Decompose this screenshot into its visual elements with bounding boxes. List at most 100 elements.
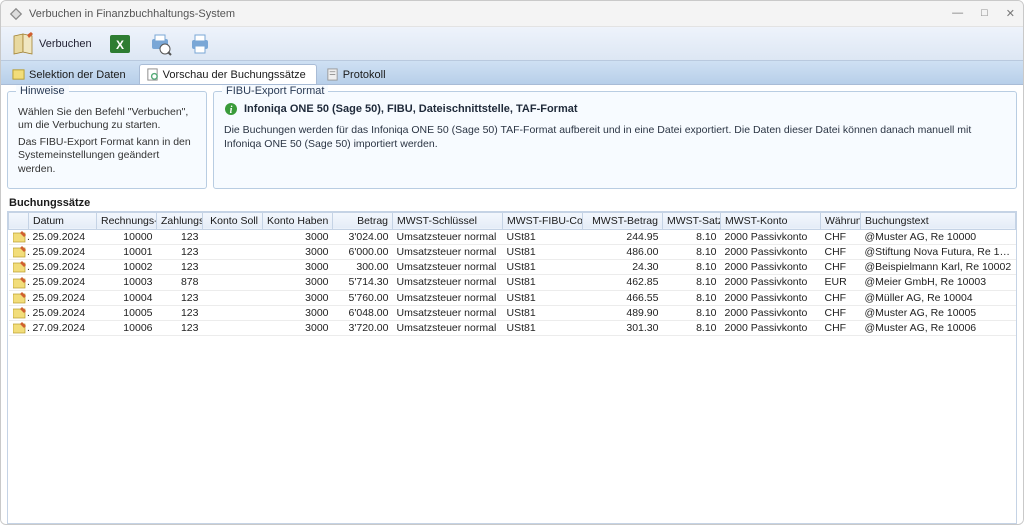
cell-mwstbetrag: 301.30 [583, 320, 663, 335]
print-preview-button[interactable] [144, 30, 176, 58]
svg-text:i: i [230, 105, 233, 116]
col-header-waehrung[interactable]: Währung [821, 212, 861, 229]
col-header-betrag[interactable]: Betrag [333, 212, 393, 229]
table-row[interactable]: 25.09.20241000012330003'024.00Umsatzsteu… [9, 229, 1016, 244]
tab-protokoll[interactable]: Protokoll [319, 64, 397, 84]
cell-mwstsatz: 8.10 [663, 244, 721, 259]
table-section-title: Buchungssätze [7, 197, 1017, 209]
cell-datum: 25.09.2024 [29, 229, 97, 244]
protokoll-icon [326, 68, 339, 81]
cell-zahlungs: 123 [157, 290, 203, 305]
titlebar: Verbuchen in Finanzbuchhaltungs-System —… [1, 1, 1023, 27]
cell-mwstschl: Umsatzsteuer normal [393, 305, 503, 320]
cell-datum: 25.09.2024 [29, 244, 97, 259]
cell-rechnungsnr: 10003 [97, 275, 157, 290]
tab-selection-label: Selektion der Daten [29, 69, 126, 81]
cell-buchungstext: @Beispielmann Karl, Re 10002 [861, 260, 1016, 275]
verbuchen-button[interactable]: Verbuchen [7, 30, 96, 58]
cell-mwstschl: Umsatzsteuer normal [393, 290, 503, 305]
tab-selection[interactable]: Selektion der Daten [5, 64, 137, 84]
tab-preview[interactable]: Vorschau der Buchungssätze [139, 64, 317, 84]
close-button[interactable]: ✕ [1006, 7, 1015, 20]
cell-buchungstext: @Stiftung Nova Futura, Re 10001 [861, 244, 1016, 259]
toolbar: Verbuchen X [1, 27, 1023, 61]
maximize-button[interactable]: □ [981, 7, 988, 20]
fibu-description: Die Buchungen werden für das Infoniqa ON… [224, 124, 1006, 151]
cell-mwstkonto: 2000 Passivkonto [721, 275, 821, 290]
cell-mwstkonto: 2000 Passivkonto [721, 260, 821, 275]
svg-text:X: X [116, 38, 124, 52]
cell-zahlungs: 123 [157, 320, 203, 335]
cell-betrag: 3'720.00 [333, 320, 393, 335]
col-header-kontohaben[interactable]: Konto Haben [263, 212, 333, 229]
excel-export-button[interactable]: X [104, 30, 136, 58]
cell-mwstbetrag: 24.30 [583, 260, 663, 275]
app-window: Verbuchen in Finanzbuchhaltungs-System —… [0, 0, 1024, 525]
cell-kontohaben: 3000 [263, 244, 333, 259]
col-header-icon[interactable] [9, 212, 29, 229]
table-row[interactable]: 25.09.20241000112330006'000.00Umsatzsteu… [9, 244, 1016, 259]
fibu-format-title: Infoniqa ONE 50 (Sage 50), FIBU, Dateisc… [244, 103, 578, 115]
preview-icon [146, 68, 159, 81]
minimize-button[interactable]: — [952, 7, 963, 20]
cell-mwstsatz: 8.10 [663, 229, 721, 244]
cell-buchungstext: @Meier GmbH, Re 10003 [861, 275, 1016, 290]
cell-buchungstext: @Muster AG, Re 10006 [861, 320, 1016, 335]
col-header-mwstbetrag[interactable]: MWST-Betrag [583, 212, 663, 229]
cell-kontohaben: 3000 [263, 275, 333, 290]
cell-mwstbetrag: 462.85 [583, 275, 663, 290]
table-row[interactable]: 25.09.20241000387830005'714.30Umsatzsteu… [9, 275, 1016, 290]
info-icon: i [224, 102, 238, 116]
col-header-mwstsatz[interactable]: MWST-Satz [663, 212, 721, 229]
cell-kontohaben: 3000 [263, 229, 333, 244]
cell-betrag: 6'048.00 [333, 305, 393, 320]
app-icon [9, 7, 23, 21]
col-header-mwstfibu[interactable]: MWST-FIBU-Code [503, 212, 583, 229]
row-icon-cell [9, 229, 29, 244]
cell-mwstschl: Umsatzsteuer normal [393, 260, 503, 275]
cell-mwstfibu: USt81 [503, 320, 583, 335]
cell-kontosoll [203, 244, 263, 259]
cell-mwstfibu: USt81 [503, 260, 583, 275]
cell-waehrung: CHF [821, 244, 861, 259]
cell-mwstfibu: USt81 [503, 229, 583, 244]
print-button[interactable] [184, 30, 216, 58]
table-row[interactable]: 25.09.20241000412330005'760.00Umsatzsteu… [9, 290, 1016, 305]
hinweise-legend: Hinweise [16, 85, 69, 97]
cell-mwstkonto: 2000 Passivkonto [721, 244, 821, 259]
cell-waehrung: CHF [821, 260, 861, 275]
col-header-rechnungs[interactable]: Rechnungs-Nr [97, 212, 157, 229]
col-header-mwstkonto[interactable]: MWST-Konto [721, 212, 821, 229]
cell-mwstsatz: 8.10 [663, 305, 721, 320]
cell-datum: 25.09.2024 [29, 260, 97, 275]
col-header-zahlungs[interactable]: Zahlungs- [157, 212, 203, 229]
bookings-table-wrap[interactable]: Datum Rechnungs-Nr Zahlungs- Konto Soll … [7, 211, 1017, 524]
cell-kontosoll [203, 305, 263, 320]
cell-mwstfibu: USt81 [503, 244, 583, 259]
row-icon-cell [9, 320, 29, 335]
cell-kontosoll [203, 320, 263, 335]
col-header-buchungstext[interactable]: Buchungstext [861, 212, 1016, 229]
cell-waehrung: EUR [821, 275, 861, 290]
cell-waehrung: CHF [821, 290, 861, 305]
cell-betrag: 300.00 [333, 260, 393, 275]
content-area: Hinweise Wählen Sie den Befehl "Verbuche… [1, 85, 1023, 524]
cell-rechnungsnr: 10004 [97, 290, 157, 305]
col-header-mwstschl[interactable]: MWST-Schlüssel [393, 212, 503, 229]
cell-mwstschl: Umsatzsteuer normal [393, 320, 503, 335]
fibu-legend: FIBU-Export Format [222, 85, 328, 97]
cell-zahlungs: 878 [157, 275, 203, 290]
col-header-kontosoll[interactable]: Konto Soll [203, 212, 263, 229]
cell-mwstsatz: 8.10 [663, 275, 721, 290]
table-row[interactable]: 25.09.20241000512330006'048.00Umsatzsteu… [9, 305, 1016, 320]
cell-mwstschl: Umsatzsteuer normal [393, 244, 503, 259]
cell-zahlungs: 123 [157, 260, 203, 275]
col-header-datum[interactable]: Datum [29, 212, 97, 229]
table-row[interactable]: 27.09.20241000612330003'720.00Umsatzsteu… [9, 320, 1016, 335]
row-icon-cell [9, 244, 29, 259]
fibu-panel: FIBU-Export Format i Infoniqa ONE 50 (Sa… [213, 91, 1017, 189]
cell-datum: 25.09.2024 [29, 305, 97, 320]
cell-zahlungs: 123 [157, 229, 203, 244]
print-preview-icon [148, 32, 172, 56]
table-row[interactable]: 25.09.2024100021233000300.00Umsatzsteuer… [9, 260, 1016, 275]
